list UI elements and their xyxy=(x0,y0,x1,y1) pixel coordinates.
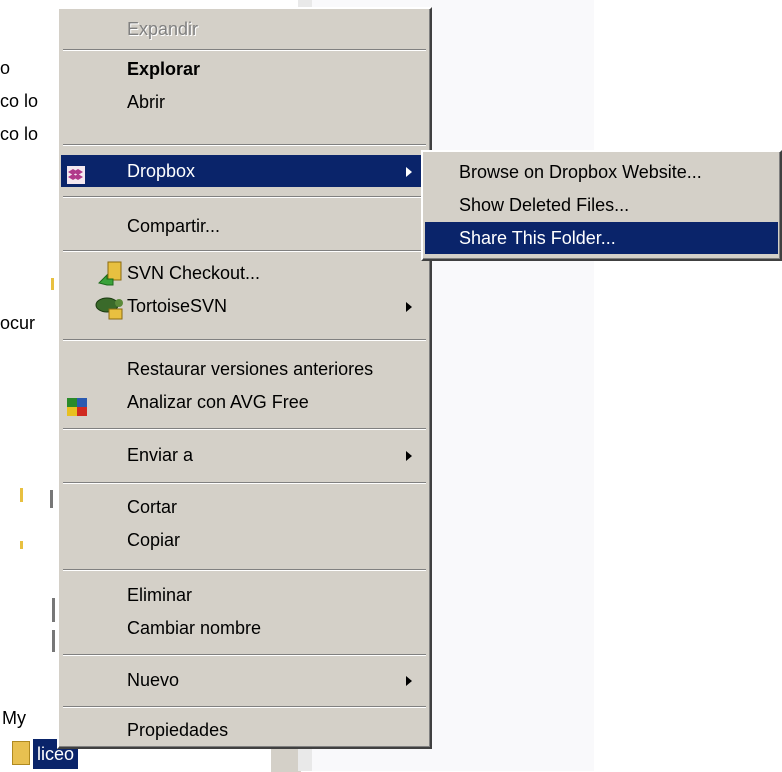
context-menu: Expandir Explorar Abrir Dropbox Comparti… xyxy=(57,7,432,749)
menu-separator xyxy=(63,428,426,430)
menu-item-cortar[interactable]: Cortar xyxy=(61,491,428,523)
tree-line xyxy=(50,490,53,508)
submenu-arrow-icon xyxy=(406,451,412,461)
submenu-item-browse-dropbox-website[interactable]: Browse on Dropbox Website... xyxy=(425,156,778,188)
menu-item-nuevo[interactable]: Nuevo xyxy=(61,664,428,696)
avg-icon xyxy=(67,394,87,426)
tree-line xyxy=(20,488,23,502)
submenu-arrow-icon xyxy=(406,676,412,686)
menu-item-abrir[interactable]: Abrir xyxy=(61,86,428,118)
menu-item-analizar-avg[interactable]: Analizar con AVG Free xyxy=(61,386,428,418)
menu-item-explorar[interactable]: Explorar xyxy=(61,53,428,85)
menu-separator xyxy=(63,482,426,484)
menu-item-cambiar-nombre[interactable]: Cambiar nombre xyxy=(61,612,428,644)
submenu-item-share-this-folder[interactable]: Share This Folder... xyxy=(425,222,778,254)
folder-tree-text: o xyxy=(0,58,11,78)
tree-line xyxy=(20,541,23,549)
dropbox-icon xyxy=(67,162,85,194)
dropbox-submenu: Browse on Dropbox Website... Show Delete… xyxy=(421,150,782,261)
menu-item-propiedades[interactable]: Propiedades xyxy=(61,714,428,746)
menu-item-tortoisesvn[interactable]: TortoiseSVN xyxy=(61,290,428,322)
menu-item-svn-checkout[interactable]: SVN Checkout... xyxy=(61,257,428,289)
menu-separator xyxy=(63,196,426,198)
menu-item-eliminar[interactable]: Eliminar xyxy=(61,579,428,611)
menu-item-enviar-a[interactable]: Enviar a xyxy=(61,439,428,471)
tree-line xyxy=(51,278,54,290)
menu-separator xyxy=(63,49,426,51)
menu-separator xyxy=(63,339,426,341)
menu-item-compartir[interactable]: Compartir... xyxy=(61,210,428,242)
submenu-arrow-icon xyxy=(406,302,412,312)
folder-tree-text: co lo xyxy=(0,91,39,111)
tree-line xyxy=(52,630,55,652)
folder-icon xyxy=(12,741,30,765)
menu-separator xyxy=(63,654,426,656)
menu-separator xyxy=(63,569,426,571)
menu-separator xyxy=(63,144,426,146)
folder-tree-text: co lo xyxy=(0,124,39,144)
menu-item-copiar[interactable]: Copiar xyxy=(61,524,428,556)
menu-item-restaurar-versiones[interactable]: Restaurar versiones anteriores xyxy=(61,353,428,385)
tree-line xyxy=(52,598,55,622)
menu-item-expandir: Expandir xyxy=(127,19,199,39)
folder-tree-text: My xyxy=(2,708,26,728)
submenu-item-show-deleted-files[interactable]: Show Deleted Files... xyxy=(425,189,778,221)
menu-separator xyxy=(63,250,426,252)
menu-separator xyxy=(63,706,426,708)
submenu-arrow-icon xyxy=(406,167,412,177)
menu-item-dropbox[interactable]: Dropbox xyxy=(61,155,428,187)
folder-tree-text: ocur xyxy=(0,313,36,333)
tortoisesvn-icon xyxy=(91,294,125,330)
